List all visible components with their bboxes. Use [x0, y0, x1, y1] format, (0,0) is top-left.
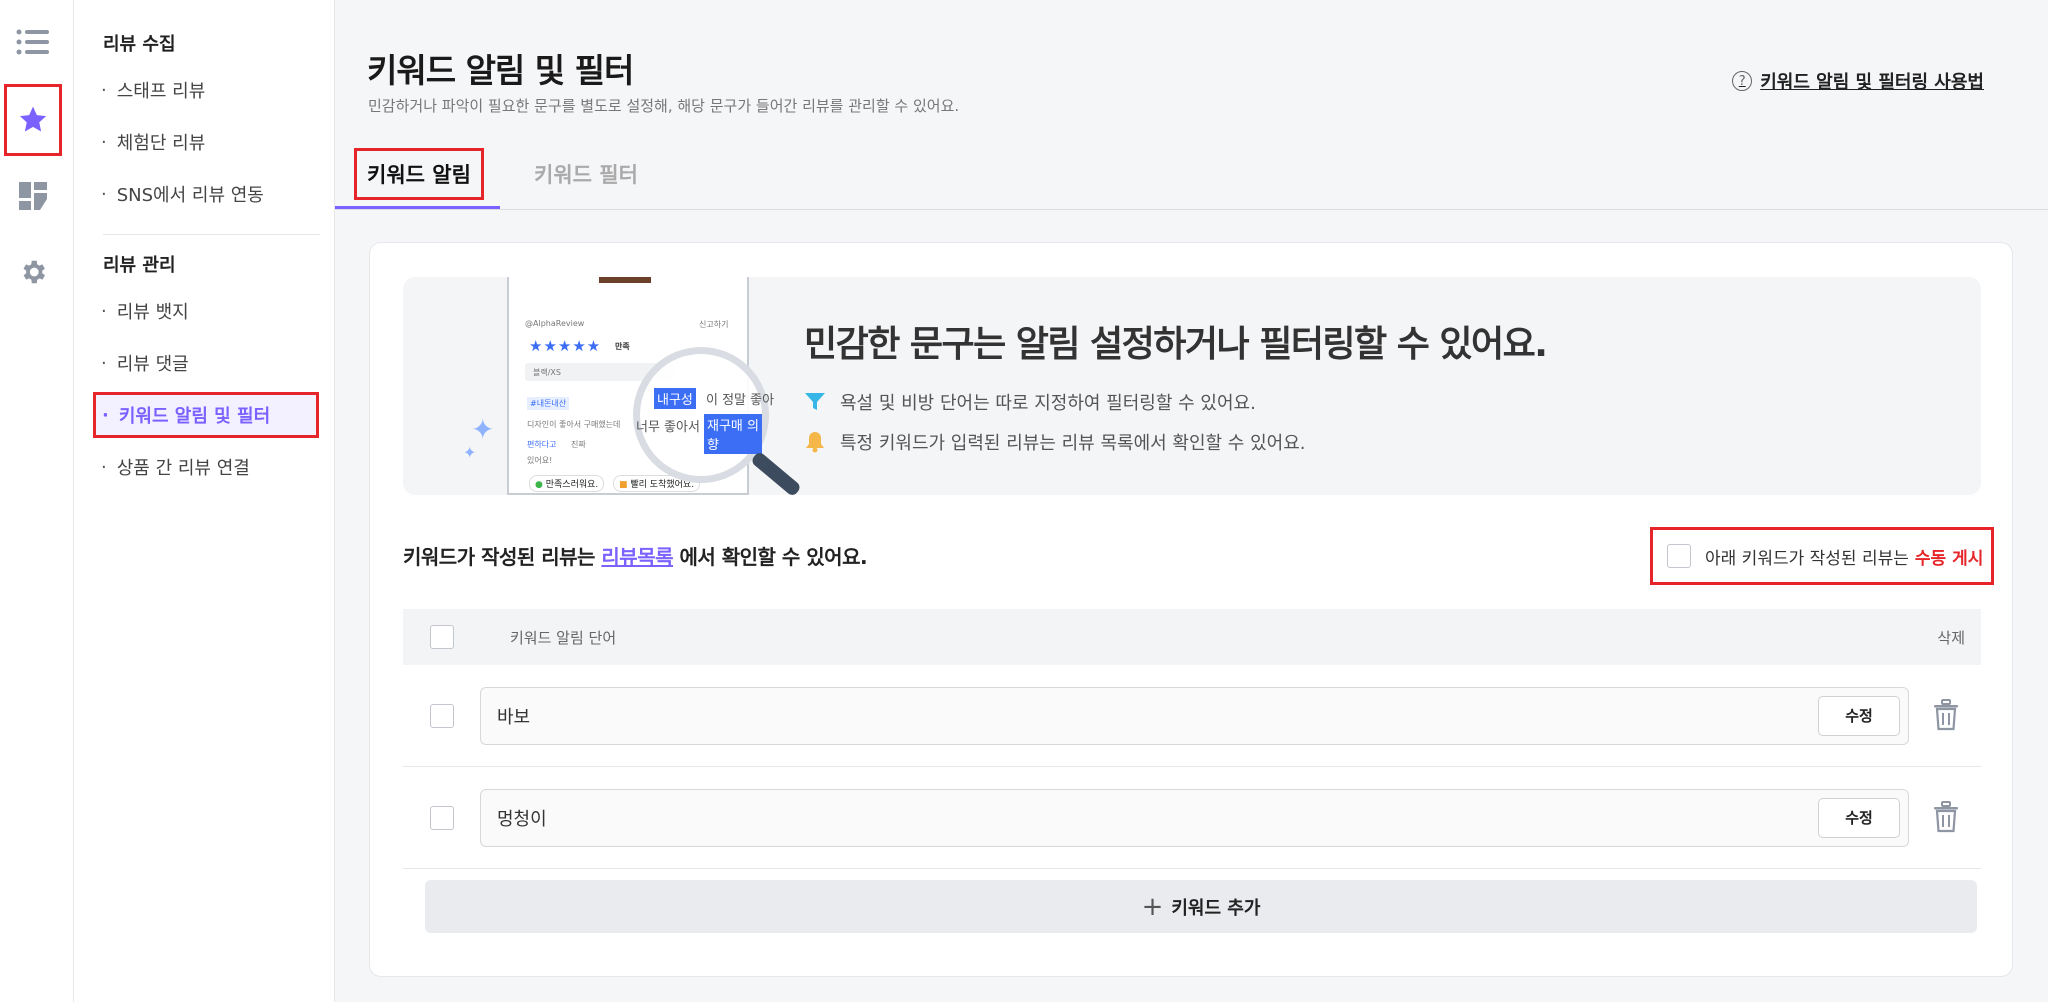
table-row: 멍청이 수정 [403, 767, 1981, 869]
icon-rail [0, 0, 74, 1002]
info-banner: @AlphaReview 신고하기 ★★★★★ 만족 블랙/XS #내돈내산 디… [403, 277, 1981, 495]
row-checkbox[interactable] [430, 805, 454, 830]
row-checkbox[interactable] [430, 703, 454, 728]
review-list-link[interactable]: 리뷰목록 [601, 545, 673, 569]
banner-line-filter: 욕설 및 비방 단어는 따로 지정하여 필터링할 수 있어요. [804, 389, 1256, 415]
illus-bubble1: ● 만족스러워요. [529, 475, 605, 492]
tab-bar: 키워드 알림 키워드 필터 [335, 140, 2048, 210]
banner-title: 민감한 문구는 알림 설정하거나 필터링할 수 있어요. [804, 324, 1548, 365]
star-icon [19, 106, 47, 132]
rail-item-reviews[interactable] [4, 84, 62, 156]
edit-button[interactable]: 수정 [1818, 797, 1900, 838]
trash-icon[interactable] [1933, 801, 1959, 833]
manual-post-checkbox[interactable] [1667, 544, 1691, 568]
bell-icon [804, 431, 826, 453]
illus-snippet1: 디자인이 좋아서 구매했는데 [527, 420, 621, 429]
question-icon: ? [1732, 71, 1753, 91]
edit-button[interactable]: 수정 [1818, 695, 1900, 736]
list-icon [16, 29, 49, 55]
nav-item-review-badge[interactable]: · 리뷰 뱃지 [95, 291, 189, 331]
review-subnav: 리뷰 수집 · 스태프 리뷰 · 체험단 리뷰 · SNS에서 리뷰 연동 리뷰 관리… [74, 0, 335, 1002]
illus-tag: #내돈내산 [527, 397, 570, 410]
tab-active-indicator [335, 206, 500, 209]
keyword-field[interactable]: 멍청이 수정 [480, 788, 1909, 847]
help-link[interactable]: ? 키워드 알림 및 필터링 사용법 [1732, 68, 1984, 94]
nav-item-sns-review[interactable]: · SNS에서 리뷰 연동 [95, 174, 264, 214]
nav-item-product-link[interactable]: · 상품 간 리뷰 연결 [95, 447, 250, 487]
manual-post-option[interactable]: 아래 키워드가 작성된 리뷰는 수동 게시 [1650, 527, 1994, 585]
illus-snippet3: 진짜 [571, 440, 586, 449]
tab-keyword-filter[interactable]: 키워드 필터 [516, 148, 656, 200]
rail-item-dashboard[interactable] [4, 160, 62, 232]
rail-item-list[interactable] [4, 6, 62, 78]
page-title: 키워드 알림 및 필터 [367, 51, 634, 90]
column-keyword: 키워드 알림 단어 [510, 628, 617, 647]
rail-item-settings[interactable] [4, 236, 62, 308]
illus-rating-label: 만족 [615, 342, 630, 351]
gear-icon [23, 260, 46, 284]
illus-reviewer: @AlphaReview [525, 319, 585, 328]
section-title-manage: 리뷰 관리 [103, 255, 176, 276]
keyword-alert-card: @AlphaReview 신고하기 ★★★★★ 만족 블랙/XS #내돈내산 디… [369, 242, 2013, 977]
select-all-checkbox[interactable] [430, 625, 454, 649]
magnifier-illustration: 내구성 이 정말 좋아 너무 좋아서 재구매 의향 [633, 347, 774, 483]
keyword-field[interactable]: 바보 수정 [480, 686, 1909, 745]
trash-icon[interactable] [1933, 699, 1959, 731]
tab-keyword-alert[interactable]: 키워드 알림 [354, 148, 484, 200]
nav-item-trial-review[interactable]: · 체험단 리뷰 [95, 122, 205, 162]
plus-icon: + [1141, 891, 1164, 922]
dashboard-icon [19, 182, 47, 210]
nav-item-staff-review[interactable]: · 스태프 리뷰 [95, 70, 205, 110]
review-list-notice: 키워드가 작성된 리뷰는 리뷰목록 에서 확인할 수 있어요. [403, 545, 868, 569]
funnel-icon [804, 392, 826, 412]
phone-photo-edge [599, 277, 651, 283]
magnifier-handle [750, 450, 802, 495]
nav-item-review-comment[interactable]: · 리뷰 댓글 [95, 343, 189, 383]
table-row: 바보 수정 [403, 665, 1981, 767]
nav-item-keyword-filter[interactable]: · 키워드 알림 및 필터 [93, 392, 319, 438]
illus-report: 신고하기 [699, 320, 729, 329]
illus-snippet2: 편하다고 [527, 440, 557, 449]
rating-stars: ★★★★★ [529, 337, 602, 355]
sparkle-small-icon: ✦ [463, 443, 477, 462]
page-description: 민감하거나 파악이 필요한 문구를 별도로 설정해, 해당 문구가 들어간 리뷰… [368, 97, 960, 115]
keyword-table-header: 키워드 알림 단어 삭제 [403, 609, 1981, 665]
illus-snippet4: 있어요! [527, 456, 553, 465]
nav-divider [103, 234, 320, 235]
sparkle-icon: ✦ [471, 413, 495, 446]
section-title-collect: 리뷰 수집 [103, 34, 176, 55]
add-keyword-button[interactable]: + 키워드 추가 [425, 880, 1977, 933]
column-delete: 삭제 [1937, 628, 1965, 647]
main-content: 키워드 알림 및 필터 민감하거나 파악이 필요한 문구를 별도로 설정해, 해… [335, 0, 2048, 1002]
banner-line-alert: 특정 키워드가 입력된 리뷰는 리뷰 목록에서 확인할 수 있어요. [804, 429, 1306, 455]
